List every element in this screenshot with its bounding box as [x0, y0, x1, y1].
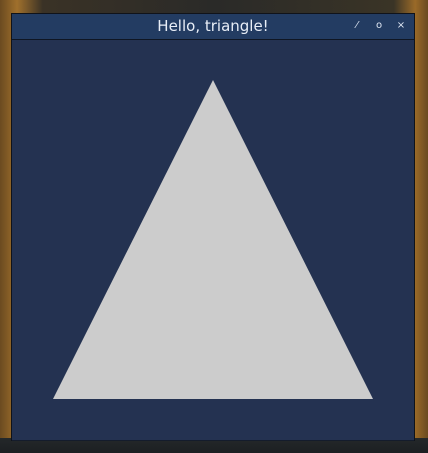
- close-button[interactable]: ×: [393, 18, 409, 34]
- window-bottom-edge: [12, 440, 414, 441]
- close-icon: ×: [396, 20, 406, 31]
- render-canvas: [12, 40, 414, 440]
- maximize-icon: o: [375, 20, 383, 31]
- window-titlebar[interactable]: Hello, triangle! ⁄ o ×: [12, 14, 414, 40]
- app-window: Hello, triangle! ⁄ o ×: [11, 13, 415, 441]
- minimize-icon: ⁄: [356, 20, 358, 31]
- triangle-shape: [53, 80, 373, 399]
- canvas-svg: [53, 80, 373, 399]
- minimize-button[interactable]: ⁄: [349, 18, 365, 34]
- maximize-button[interactable]: o: [371, 18, 387, 34]
